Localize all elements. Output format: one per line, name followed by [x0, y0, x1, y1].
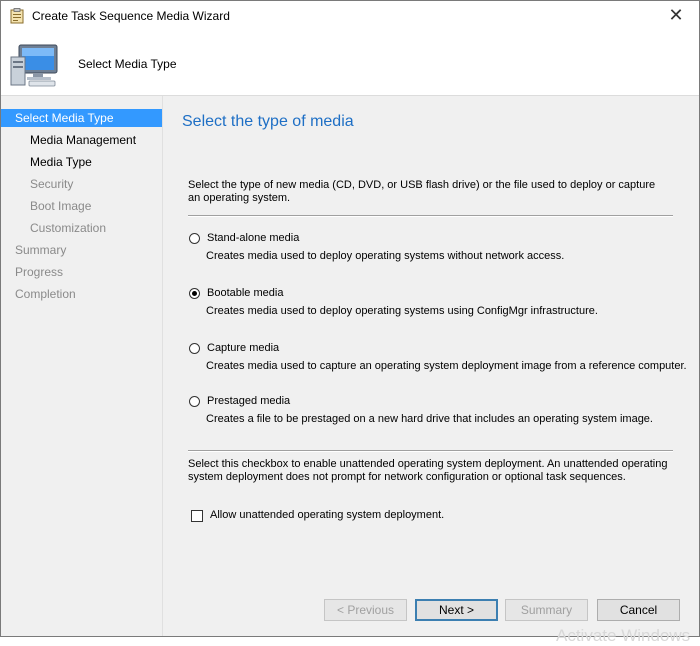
cancel-button[interactable]: Cancel	[597, 599, 680, 621]
wizard-header: Select Media Type	[1, 31, 699, 96]
previous-button[interactable]: < Previous	[324, 599, 407, 621]
separator-top	[188, 215, 673, 217]
wizard-app-icon	[10, 8, 24, 24]
sidebar-item-progress: Progress	[15, 265, 64, 279]
separator-bottom	[188, 450, 673, 452]
page-heading: Select the type of media	[182, 113, 354, 130]
media-type-description: Select the type of new media (CD, DVD, o…	[188, 179, 656, 204]
sidebar-item-media-management[interactable]: Media Management	[30, 131, 136, 149]
title-bar: Create Task Sequence Media Wizard ✕	[1, 1, 699, 31]
activation-watermark: Activate Windows	[556, 626, 691, 645]
bootable-media-description: Creates media used to deploy operating s…	[206, 305, 598, 317]
wizard-window: Create Task Sequence Media Wizard ✕ Sele…	[0, 0, 700, 645]
unattended-checkbox-label[interactable]: Allow unattended operating system deploy…	[210, 509, 444, 521]
capture-media-radio[interactable]	[189, 343, 200, 354]
window-title: Create Task Sequence Media Wizard	[32, 9, 230, 23]
wizard-content: Select the type of media Select the type…	[163, 96, 699, 645]
prestaged-media-label[interactable]: Prestaged media	[207, 395, 290, 407]
sidebar-item-security: Security	[30, 177, 74, 191]
sidebar-item-completion: Completion	[15, 287, 76, 301]
sidebar-item-select-media-type[interactable]: Select Media Type	[1, 109, 162, 127]
unattended-checkbox[interactable]	[191, 510, 203, 522]
next-button[interactable]: Next >	[415, 599, 498, 621]
standalone-media-description: Creates media used to deploy operating s…	[206, 250, 565, 262]
standalone-media-label[interactable]: Stand-alone media	[207, 232, 299, 244]
summary-button[interactable]: Summary	[505, 599, 588, 621]
close-icon: ✕	[668, 4, 684, 26]
sidebar-item-boot-image: Boot Image	[30, 199, 92, 213]
sidebar-item-media-type[interactable]: Media Type	[30, 153, 92, 171]
capture-media-label[interactable]: Capture media	[207, 342, 279, 354]
computer-icon	[10, 44, 58, 87]
close-button[interactable]: ✕	[659, 1, 693, 29]
unattended-description: Select this checkbox to enable unattende…	[188, 458, 668, 483]
wizard-step-sidebar: Select Media Type Media Management Media…	[1, 96, 163, 636]
capture-media-description: Creates media used to capture an operati…	[206, 360, 687, 372]
bootable-media-label[interactable]: Bootable media	[207, 287, 283, 299]
prestaged-media-radio[interactable]	[189, 396, 200, 407]
sidebar-item-summary: Summary	[15, 243, 67, 257]
standalone-media-radio[interactable]	[189, 233, 200, 244]
header-title: Select Media Type	[78, 57, 177, 71]
sidebar-item-customization: Customization	[30, 221, 107, 235]
prestaged-media-description: Creates a file to be prestaged on a new …	[206, 413, 653, 425]
bootable-media-radio[interactable]	[189, 288, 200, 299]
